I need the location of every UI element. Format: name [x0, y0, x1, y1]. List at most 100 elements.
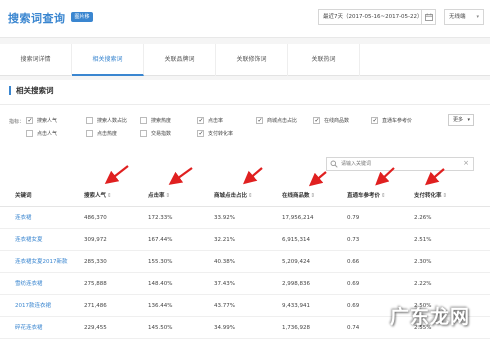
checkbox[interactable] — [371, 117, 378, 125]
checkbox[interactable] — [197, 130, 204, 138]
cell-mall-click-share: 32.21% — [214, 237, 235, 243]
sort-icon: ⇕ — [248, 193, 253, 199]
keyword-link[interactable]: 连衣裙 — [15, 207, 32, 229]
chevron-down-icon: ▾ — [467, 117, 470, 123]
cell-click-rate: 136.44% — [148, 303, 173, 309]
cell-online-items: 17,956,214 — [282, 215, 314, 221]
col-mall-click-share[interactable]: 商城点击占比⇕ — [214, 185, 253, 207]
search-icon — [330, 160, 338, 168]
cell-mall-click-share: 37.43% — [214, 281, 235, 287]
cell-search-popularity: 309,972 — [84, 237, 107, 243]
metric-label: 商城点击占比 — [267, 118, 298, 124]
cell-pay-conversion: 2.51% — [414, 237, 432, 243]
cell-ztc-price: 0.73 — [347, 237, 360, 243]
calendar-button[interactable] — [421, 10, 435, 24]
checkbox[interactable] — [86, 130, 93, 137]
sort-icon: ⇕ — [381, 193, 386, 199]
cell-click-rate: 148.40% — [148, 281, 173, 287]
metric-label: 点击率 — [208, 118, 224, 124]
cell-mall-click-share: 40.38% — [214, 259, 235, 265]
col-keyword: 关键词 — [15, 193, 32, 199]
checkbox[interactable] — [140, 130, 147, 137]
sort-icon: ⇕ — [165, 193, 171, 199]
checkbox[interactable] — [26, 130, 33, 137]
checkbox[interactable] — [86, 117, 93, 124]
keyword-link[interactable]: 2017款连衣裙 — [15, 295, 51, 317]
table-row: 连衣裙女夏2017新款 285,330 155.30% 40.38% 5,209… — [0, 251, 490, 273]
metric-label: 搜索人气 — [37, 118, 58, 124]
cell-click-rate: 145.50% — [148, 325, 173, 331]
col-ztc-price[interactable]: 直通车参考价⇕ — [347, 185, 386, 207]
cell-mall-click-share: 34.99% — [214, 325, 235, 331]
metrics-label: 指标： — [9, 119, 25, 125]
cell-pay-conversion: 2.30% — [414, 259, 432, 265]
metric-label: 点击热度 — [97, 131, 118, 137]
more-button[interactable]: 更多 ▾ — [448, 114, 474, 126]
table-row: 连衣裙 486,370 172.33% 33.92% 17,956,214 0.… — [0, 207, 490, 229]
device-select-value: 无线端 — [449, 14, 466, 20]
col-online-items[interactable]: 在线商品数⇕ — [282, 185, 315, 207]
cell-online-items: 2,998,836 — [282, 281, 310, 287]
sort-icon: ⇕ — [310, 193, 316, 199]
keyword-search-box[interactable]: × — [326, 157, 474, 171]
table-row: 雪纺连衣裙 275,888 148.40% 37.43% 2,998,836 0… — [0, 273, 490, 295]
metric-label: 直通车参考价 — [382, 118, 413, 124]
cell-mall-click-share: 43.77% — [214, 303, 235, 309]
cell-ztc-price: 0.79 — [347, 215, 360, 221]
date-range-picker[interactable]: 最近7天（2017-05-16~2017-05-22） — [318, 9, 436, 25]
checkbox[interactable] — [140, 117, 147, 124]
watermark: 广东龙网 — [368, 296, 490, 344]
sort-icon: ⇕ — [442, 193, 448, 199]
section-title: 相关搜索词 — [9, 86, 54, 95]
keyword-link[interactable]: 雪纺连衣裙 — [15, 273, 43, 295]
table-row: 连衣裙女夏 309,972 167.44% 32.21% 6,915,314 0… — [0, 229, 490, 251]
title-badge[interactable]: 图片移 — [71, 12, 93, 22]
metric-label: 点击人气 — [37, 131, 58, 137]
col-search-popularity[interactable]: 搜索人气⇕ — [84, 185, 112, 207]
cell-search-popularity: 229,455 — [84, 325, 107, 331]
cell-online-items: 1,736,928 — [282, 325, 310, 331]
cell-ztc-price: 0.66 — [347, 259, 360, 265]
cell-pay-conversion: 2.26% — [414, 215, 432, 221]
col-pay-conversion[interactable]: 支付转化率⇕ — [414, 185, 447, 207]
keyword-link[interactable]: 连衣裙女夏 — [15, 229, 43, 251]
cell-online-items: 5,209,424 — [282, 259, 310, 265]
cell-ztc-price: 0.69 — [347, 303, 360, 309]
metric-label: 交易指数 — [151, 131, 172, 137]
cell-search-popularity: 275,888 — [84, 281, 107, 287]
cell-click-rate: 172.33% — [148, 215, 173, 221]
calendar-icon — [425, 13, 433, 21]
table-header: 关键词 搜索人气⇕ 点击率⇕ 商城点击占比⇕ 在线商品数⇕ 直通车参考价⇕ 支付… — [0, 185, 490, 207]
checkbox[interactable] — [313, 117, 320, 125]
cell-ztc-price: 0.74 — [347, 325, 360, 331]
cell-mall-click-share: 33.92% — [214, 215, 235, 221]
cell-online-items: 9,433,941 — [282, 303, 310, 309]
tab-related-search-words[interactable]: 相关搜索词 — [72, 44, 144, 76]
metric-label: 搜索热度 — [151, 118, 172, 124]
cell-click-rate: 167.44% — [148, 237, 173, 243]
cell-search-popularity: 271,486 — [84, 303, 107, 309]
tab-related-modifier-words[interactable]: 关联修饰词 — [216, 44, 288, 76]
watermark-text: 广东龙网 — [390, 306, 471, 328]
checkbox[interactable] — [256, 117, 263, 125]
tab-search-word-details[interactable]: 搜索词详情 — [0, 44, 72, 76]
page-title: 搜索词查询 — [8, 12, 66, 25]
metric-label: 在线商品数 — [324, 118, 350, 124]
col-click-rate[interactable]: 点击率⇕ — [148, 185, 170, 207]
device-select[interactable]: 无线端 ▾ — [444, 9, 484, 25]
page-header: 搜索词查询 图片移 最近7天（2017-05-16~2017-05-22） 无线… — [0, 0, 490, 38]
search-input[interactable] — [341, 159, 459, 169]
clear-icon[interactable]: × — [463, 159, 469, 167]
keyword-link[interactable]: 连衣裙女夏2017新款 — [15, 251, 68, 273]
tab-bar: 搜索词详情 相关搜索词 关联品牌词 关联修饰词 关联热词 — [0, 44, 490, 76]
cell-online-items: 6,915,314 — [282, 237, 310, 243]
cell-ztc-price: 0.69 — [347, 281, 360, 287]
cell-pay-conversion: 2.22% — [414, 281, 432, 287]
tab-related-hot-words[interactable]: 关联热词 — [288, 44, 360, 76]
checkbox[interactable] — [197, 117, 204, 125]
keyword-link[interactable]: 碎花连衣裙 — [15, 317, 43, 339]
divider — [0, 104, 490, 105]
checkbox[interactable] — [26, 117, 33, 125]
cell-search-popularity: 285,330 — [84, 259, 107, 265]
tab-related-brand-words[interactable]: 关联品牌词 — [144, 44, 216, 76]
